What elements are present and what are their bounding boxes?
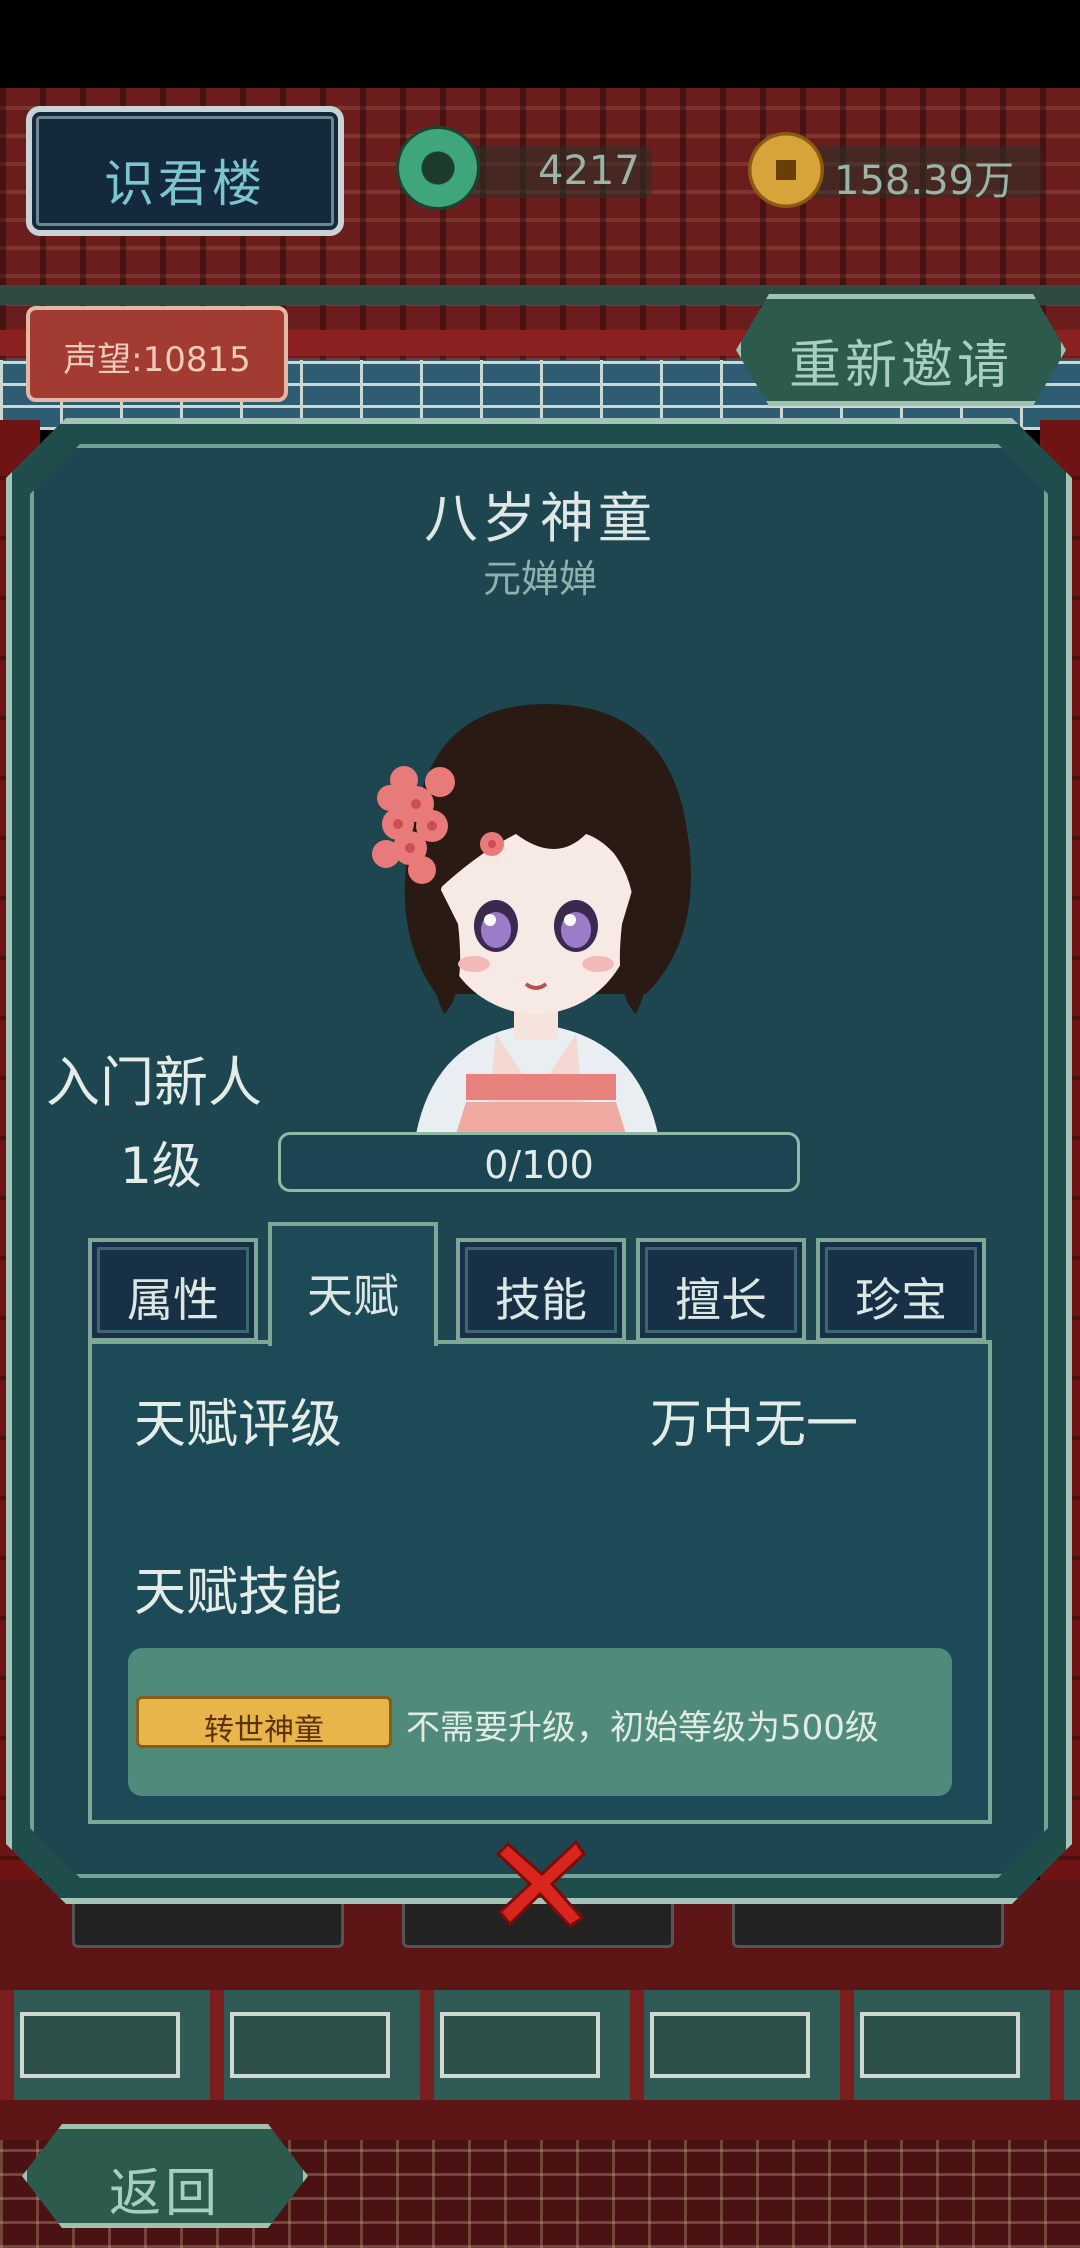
reputation-plate: 声望:10815 [26,306,288,402]
tab-skills[interactable]: 技能 [456,1238,626,1342]
character-rank: 入门新人 [46,1051,262,1114]
tab-label: 擅长 [675,1273,767,1327]
character-title: 八岁神童 [424,487,656,550]
gold-resource[interactable] [748,132,824,208]
jade-coin-icon [396,126,480,210]
tab-label: 技能 [495,1273,587,1327]
tab-label: 属性 [127,1273,219,1327]
character-level: 1级 [120,1137,202,1195]
character-name: 元婵婵 [482,557,597,601]
back-label: 返回 [108,2164,221,2224]
tab-attributes[interactable]: 属性 [88,1238,258,1342]
experience-text: 0/100 [484,1143,594,1187]
game-screen: 识君楼 4217 158.39万 声望:10815 重新邀请 八岁神童 元婵婵 [0,0,1080,2248]
tab-label: 天赋 [307,1269,399,1323]
talent-rating-label: 天赋评级 [134,1395,343,1455]
tab-label: 珍宝 [855,1273,947,1327]
tab-talent[interactable]: 天赋 [268,1222,438,1346]
back-button[interactable]: 返回 [22,2124,308,2228]
tab-treasure[interactable]: 珍宝 [816,1238,986,1342]
character-portrait [372,704,691,1134]
gold-amount: 158.39万 [834,158,1014,204]
close-icon[interactable] [494,1834,590,1930]
reinvite-button[interactable]: 重新邀请 [736,294,1066,406]
building-title: 识君楼 [104,155,266,213]
talent-skill-name-tag: 转世神童 [136,1696,392,1748]
jade-resource[interactable] [396,126,480,210]
building-title-plate: 识君楼 [26,106,344,236]
talent-skill-description: 不需要升级，初始等级为500级 [406,1708,879,1748]
detail-tabs: 属性 天赋 技能 擅长 珍宝 [88,1222,992,1346]
background-decor-band [0,1990,1080,2100]
reputation-text: 声望:10815 [63,340,251,380]
jade-amount: 4217 [538,148,640,194]
gold-coin-icon [748,132,824,208]
tab-expertise[interactable]: 擅长 [636,1238,806,1342]
talent-rating-value: 万中无一 [650,1395,859,1455]
experience-bar: 0/100 [278,1132,800,1192]
talent-skill-name: 转世神童 [204,1713,324,1748]
reinvite-label: 重新邀请 [788,336,1013,396]
talent-skill-label: 天赋技能 [134,1563,343,1623]
